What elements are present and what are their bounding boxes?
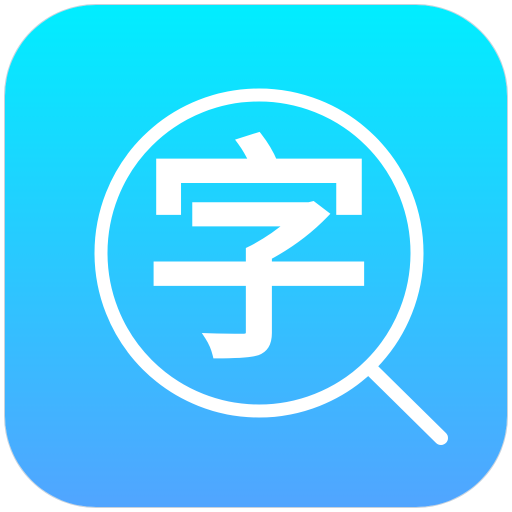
app-icon-artwork: 字: [5, 5, 507, 507]
character-glyph: 字: [141, 114, 377, 392]
app-icon[interactable]: 字: [4, 4, 508, 508]
